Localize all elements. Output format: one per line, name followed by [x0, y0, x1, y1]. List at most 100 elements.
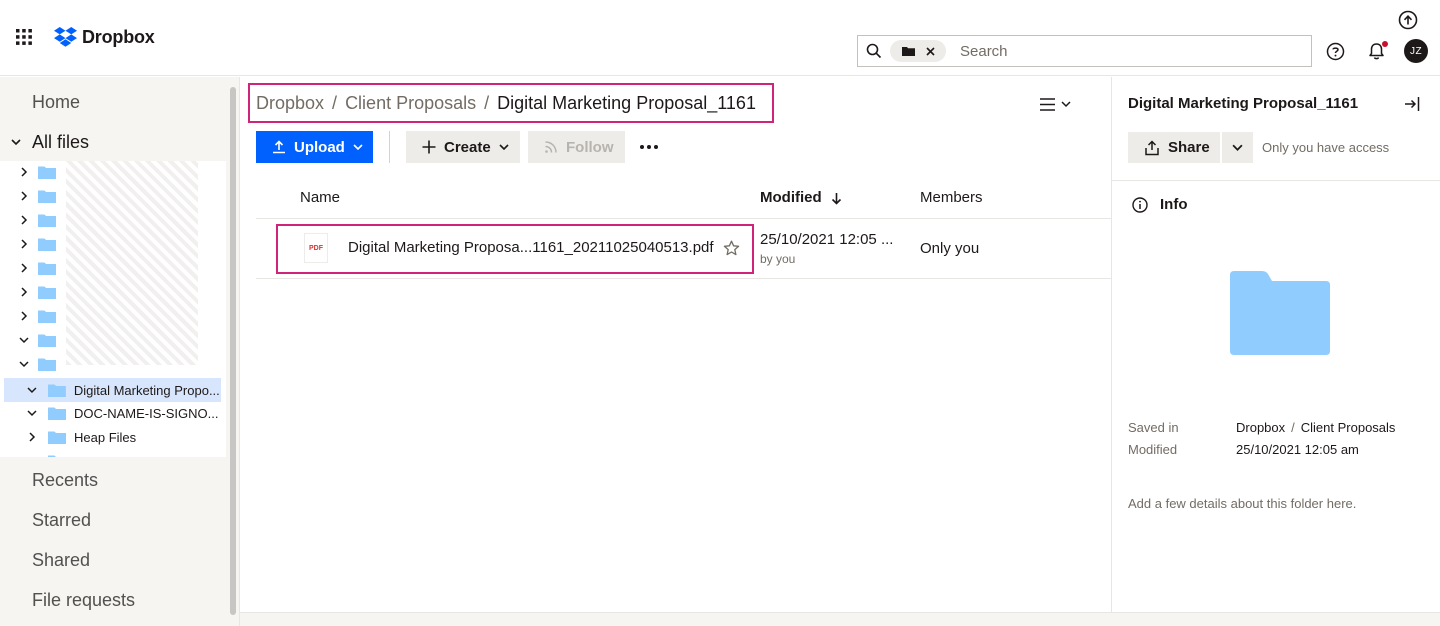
list-view-icon	[1040, 97, 1055, 111]
folder-icon	[48, 407, 66, 420]
column-header-modified[interactable]: Modified	[760, 189, 822, 206]
upload-label: Upload	[294, 138, 345, 156]
rss-follow-icon	[545, 141, 557, 153]
breadcrumb-parent[interactable]: Client Proposals	[345, 93, 476, 114]
path-separator: /	[1291, 420, 1295, 435]
chevron-right-icon[interactable]	[19, 215, 29, 225]
chevron-right-icon[interactable]	[27, 432, 37, 442]
tree-item-heap-files[interactable]: Heap Files	[0, 426, 226, 448]
info-icon	[1132, 197, 1148, 213]
chevron-right-icon[interactable]	[19, 311, 29, 321]
saved-in-folder-link[interactable]: Client Proposals	[1301, 420, 1396, 435]
tree-item-digital-marketing[interactable]: Digital Marketing Propo...	[4, 378, 221, 402]
logo-text: Dropbox	[82, 26, 155, 47]
create-label: Create	[444, 138, 491, 156]
sidebar: Home All files Digital Marketing Propo..…	[0, 77, 240, 626]
folder-icon	[38, 166, 56, 179]
collapse-panel-icon[interactable]	[1404, 96, 1420, 112]
share-label: Share	[1168, 139, 1210, 156]
column-header-members[interactable]: Members	[920, 189, 983, 206]
saved-in-label: Saved in	[1128, 420, 1179, 435]
upload-circle-icon[interactable]	[1398, 10, 1418, 30]
help-icon[interactable]	[1326, 42, 1345, 61]
sidebar-item-file-requests[interactable]: File requests	[32, 590, 135, 611]
chevron-down-icon[interactable]	[10, 136, 22, 148]
panel-divider	[1112, 180, 1440, 181]
info-heading: Info	[1160, 196, 1188, 213]
share-button[interactable]: Share	[1128, 132, 1220, 163]
search-scope-chip[interactable]	[890, 40, 946, 62]
app-grid-icon[interactable]	[16, 29, 32, 45]
more-options-button[interactable]	[638, 138, 660, 156]
chevron-down-icon[interactable]	[19, 335, 29, 345]
folder-icon	[38, 262, 56, 275]
chevron-right-icon[interactable]	[19, 287, 29, 297]
folder-tree[interactable]: Digital Marketing Propo... DOC-NAME-IS-S…	[0, 161, 226, 457]
folder-description-input[interactable]: Add a few details about this folder here…	[1128, 496, 1356, 511]
plus-icon	[422, 140, 436, 154]
chevron-down-icon	[1061, 101, 1071, 108]
search-bar[interactable]	[857, 35, 1312, 67]
folder-icon	[48, 431, 66, 444]
tree-item-label: Heap Files	[74, 429, 137, 445]
file-members: Only you	[920, 240, 980, 257]
breadcrumb: Dropbox / Client Proposals / Digital Mar…	[248, 83, 774, 123]
bottom-bar	[240, 612, 1440, 626]
star-icon[interactable]	[723, 240, 740, 257]
chevron-down-icon[interactable]	[27, 408, 37, 418]
sidebar-item-home[interactable]: Home	[32, 92, 80, 113]
upload-button[interactable]: Upload	[256, 131, 373, 163]
sidebar-item-shared[interactable]: Shared	[32, 550, 90, 571]
sidebar-item-starred[interactable]: Starred	[32, 510, 91, 531]
chevron-down-icon	[1232, 144, 1243, 151]
column-header-modified-label: Modified	[760, 189, 822, 206]
folder-icon	[48, 455, 66, 457]
upload-icon	[273, 140, 285, 154]
chevron-down-icon[interactable]	[27, 385, 37, 395]
folder-icon	[38, 286, 56, 299]
share-icon	[1145, 139, 1159, 155]
sidebar-scrollbar[interactable]	[230, 87, 236, 615]
follow-label: Follow	[566, 138, 614, 156]
file-name[interactable]: Digital Marketing Proposa...1161_2021102…	[348, 239, 714, 256]
file-modified-date: 25/10/2021 12:05 ...	[760, 231, 894, 248]
close-icon[interactable]	[925, 46, 935, 56]
dropbox-logo[interactable]: Dropbox	[54, 26, 155, 48]
tree-row-cut-off[interactable]	[0, 450, 226, 457]
sort-arrow-down-icon[interactable]	[831, 192, 842, 205]
chevron-right-icon[interactable]	[19, 263, 29, 273]
avatar[interactable]: JZ	[1404, 39, 1428, 63]
create-button[interactable]: Create	[406, 131, 520, 163]
notification-dot	[1382, 41, 1388, 47]
details-panel: Digital Marketing Proposal_1161 Share On…	[1111, 77, 1440, 612]
access-status: Only you have access	[1262, 140, 1390, 155]
tree-item-label: Digital Marketing Propo...	[73, 382, 220, 398]
tree-item-doc-name[interactable]: DOC-NAME-IS-SIGNO...	[0, 402, 226, 424]
more-icon	[640, 145, 658, 149]
chevron-right-icon[interactable]	[19, 191, 29, 201]
view-options-button[interactable]	[1040, 95, 1076, 113]
breadcrumb-separator: /	[484, 92, 490, 113]
panel-title: Digital Marketing Proposal_1161	[1128, 95, 1359, 112]
table-row-divider	[256, 278, 1111, 279]
folder-icon	[38, 190, 56, 203]
folder-icon	[38, 358, 56, 371]
dropbox-glyph-icon	[54, 27, 77, 47]
chevron-right-icon[interactable]	[19, 167, 29, 177]
saved-in-root-link[interactable]: Dropbox	[1236, 420, 1285, 435]
file-modified-by: by you	[760, 252, 796, 266]
search-input[interactable]	[960, 42, 1311, 60]
breadcrumb-root[interactable]: Dropbox	[256, 93, 324, 114]
column-header-name[interactable]: Name	[300, 189, 340, 206]
share-options-button[interactable]	[1222, 132, 1253, 163]
folder-icon	[38, 238, 56, 251]
breadcrumb-separator: /	[332, 92, 338, 113]
chevron-down-icon[interactable]	[19, 359, 29, 369]
sidebar-item-recents[interactable]: Recents	[32, 470, 98, 491]
sidebar-item-all-files[interactable]: All files	[0, 129, 228, 155]
chevron-right-icon[interactable]	[19, 239, 29, 249]
chevron-down-icon	[353, 144, 363, 151]
follow-button[interactable]: Follow	[528, 131, 625, 163]
folder-icon	[38, 214, 56, 227]
folder-icon	[901, 47, 915, 56]
